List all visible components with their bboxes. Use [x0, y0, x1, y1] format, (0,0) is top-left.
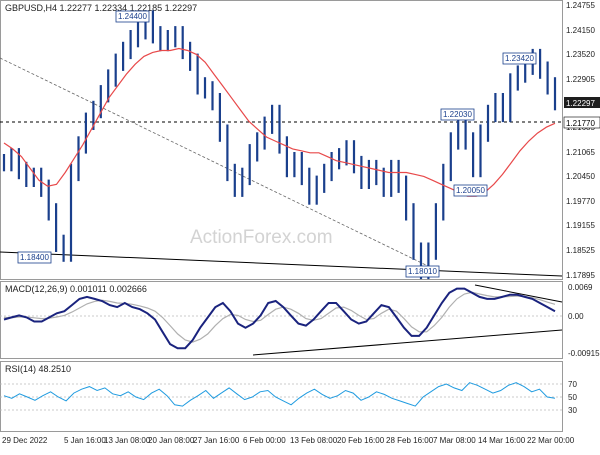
current-price-label: 1.22297	[566, 99, 595, 108]
annotation-label: 1.23420	[505, 54, 534, 63]
hline-label: 1.21770	[566, 119, 595, 128]
rsi-pane-header: RSI(14) 48.2510	[5, 364, 71, 374]
rsi-tick: 30	[568, 406, 577, 415]
price-tick: 1.24755	[566, 1, 595, 10]
annotation-label: 1.20050	[456, 186, 485, 195]
price-tick: 1.19155	[566, 221, 595, 230]
macd-tick: -0.009158	[568, 349, 600, 358]
macd-pane-header: MACD(12,26,9) 0.001011 0.002666	[5, 284, 147, 294]
annotation-label: 1.18400	[20, 253, 49, 262]
x-tick: 27 Jan 16:00	[193, 436, 240, 445]
rsi-tick: 70	[568, 380, 577, 389]
rsi-tick: 50	[568, 393, 577, 402]
x-tick: 20 Jan 08:00	[148, 436, 195, 445]
x-tick: 6 Feb 00:00	[243, 436, 286, 445]
annotation-label: 1.22030	[443, 110, 472, 119]
chart-root: ActionForex.com GBPUSD,H4 1.22277 1.2233…	[0, 0, 600, 450]
x-tick: 13 Feb 08:00	[290, 436, 338, 445]
price-tick: 1.20450	[566, 172, 595, 181]
x-tick: 20 Feb 16:00	[337, 436, 385, 445]
x-tick: 5 Jan 16:00	[64, 436, 106, 445]
annotation-label: 1.18010	[408, 267, 437, 276]
price-pane-header: GBPUSD,H4 1.22277 1.22334 1.22185 1.2229…	[5, 3, 197, 13]
price-tick: 1.24150	[566, 26, 595, 35]
macd-tick: 0.0069	[568, 283, 593, 292]
price-tick: 1.17895	[566, 271, 595, 280]
price-tick: 1.18525	[566, 246, 595, 255]
price-tick: 1.21065	[566, 148, 595, 157]
price-tick: 1.23520	[566, 50, 595, 59]
price-tick: 1.19770	[566, 197, 595, 206]
chart-svg: ActionForex.com GBPUSD,H4 1.22277 1.2233…	[0, 0, 600, 450]
x-tick: 22 Mar 00:00	[527, 436, 575, 445]
x-tick: 28 Feb 16:00	[386, 436, 434, 445]
macd-tick: 0.00	[568, 312, 584, 321]
x-tick: 29 Dec 2022	[2, 436, 48, 445]
x-tick: 13 Jan 08:00	[104, 436, 151, 445]
x-tick: 7 Mar 08:00	[433, 436, 476, 445]
annotation-label: 1.24400	[118, 12, 147, 21]
rsi-axis: 70 50 30	[568, 380, 577, 415]
price-tick: 1.22905	[566, 75, 595, 84]
watermark: ActionForex.com	[190, 227, 333, 248]
x-tick: 14 Mar 16:00	[478, 436, 526, 445]
